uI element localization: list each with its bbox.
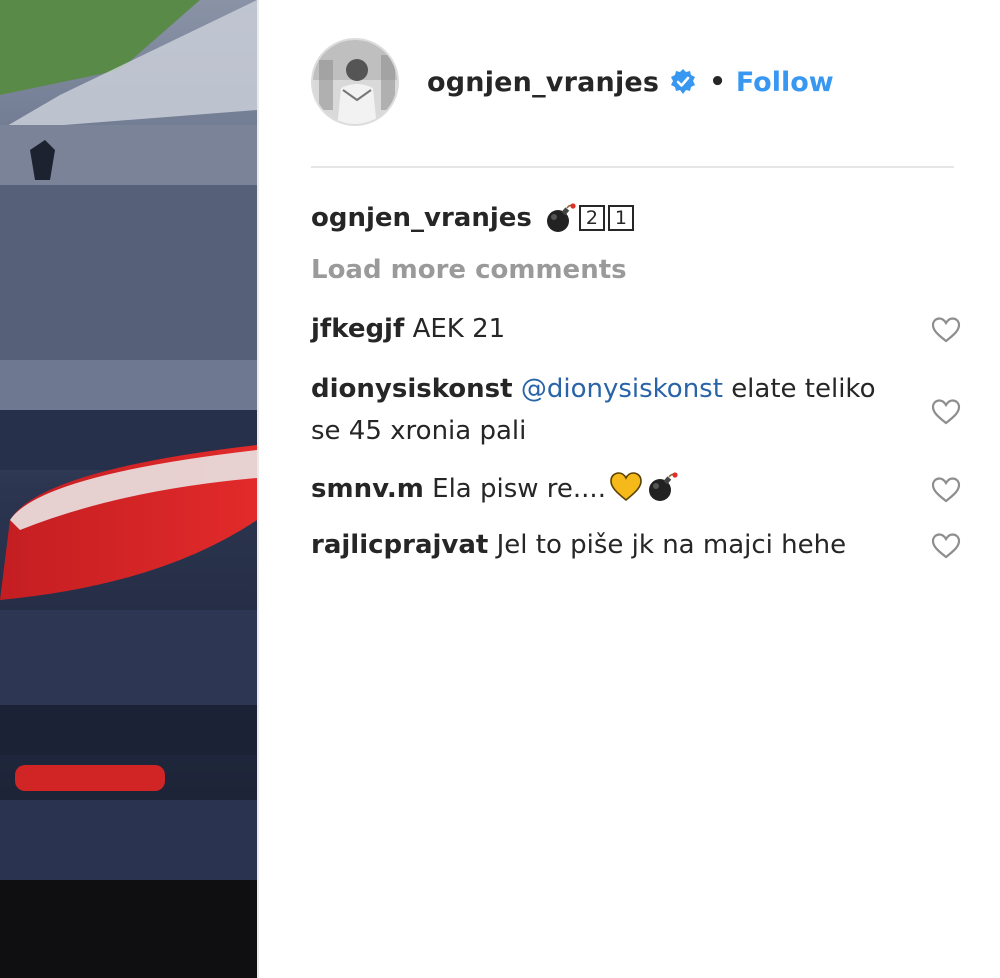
header-separator: • [709, 67, 726, 97]
comment-mention[interactable]: @dionysiskonst [521, 374, 723, 404]
keycap-digit: 2 [578, 205, 605, 231]
like-heart-icon[interactable] [931, 532, 961, 560]
post-username[interactable]: ognjen_vranjes [427, 67, 659, 98]
post-photo [0, 0, 257, 978]
caption-author[interactable]: ognjen_vranjes [311, 198, 532, 238]
avatar-image [313, 40, 397, 124]
comment-username[interactable]: jfkegjf [311, 314, 404, 344]
comment-list: jfkegjf AEK 21 dionysiskonst @dionysisko… [311, 308, 961, 572]
bomb-icon [544, 202, 576, 234]
comment-text: AEK 21 [412, 314, 506, 344]
like-heart-icon[interactable] [931, 476, 961, 504]
comment-username[interactable]: smnv.m [311, 474, 424, 504]
car-photo-image [0, 0, 257, 978]
post-caption: ognjen_vranjes 2 1 [311, 198, 634, 238]
verified-badge-icon [669, 68, 697, 96]
header-divider [311, 166, 954, 168]
follow-button[interactable]: Follow [736, 67, 834, 98]
comment-username[interactable]: dionysiskonst [311, 374, 513, 404]
bomb-icon [646, 471, 678, 503]
comment-item: rajlicprajvat Jel to piše jk na majci he… [311, 524, 961, 572]
comment-text: Ela pisw re.... [432, 474, 606, 504]
keycap-digit: 1 [607, 205, 634, 231]
like-heart-icon[interactable] [931, 316, 961, 344]
post-header: ognjen_vranjes • Follow [311, 36, 961, 128]
comment-item: smnv.m Ela pisw re.... [311, 468, 961, 516]
comment-item: dionysiskonst @dionysiskonst elate telik… [311, 368, 961, 460]
comment-item: jfkegjf AEK 21 [311, 308, 961, 356]
comment-text: Jel to piše jk na majci hehe [496, 530, 847, 560]
like-heart-icon[interactable] [931, 398, 961, 426]
avatar[interactable] [311, 38, 399, 126]
comment-username[interactable]: rajlicprajvat [311, 530, 488, 560]
yellow-heart-icon [610, 471, 642, 503]
load-more-comments-link[interactable]: Load more comments [311, 255, 627, 285]
post-side-panel: ognjen_vranjes • Follow ognjen_vranjes 2… [259, 0, 1000, 978]
